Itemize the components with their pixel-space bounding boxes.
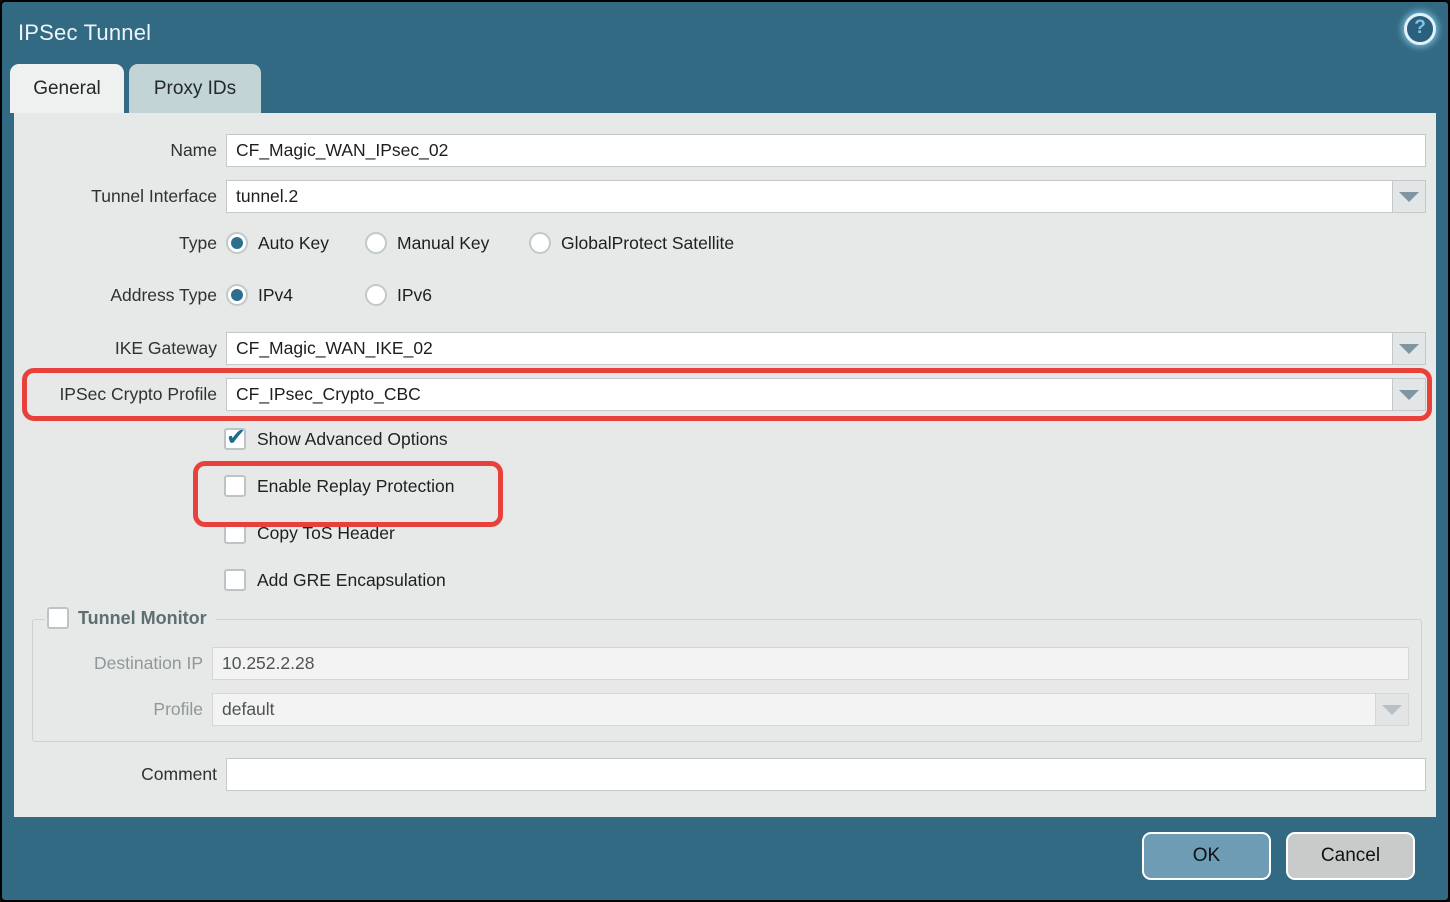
chevron-down-icon — [1399, 192, 1419, 202]
destination-ip-label: Destination IP — [45, 653, 212, 674]
dialog-titlebar: IPSec Tunnel ? — [2, 2, 1448, 64]
ipsec-crypto-profile-input[interactable] — [226, 378, 1393, 411]
checkbox-row-copy-tos-header: Copy ToS Header — [224, 522, 1436, 544]
comment-label: Comment — [14, 764, 226, 785]
dialog-footer: OK Cancel — [2, 817, 1448, 900]
tab-proxy-ids[interactable]: Proxy IDs — [129, 64, 261, 113]
checkbox-row-show-advanced-options: Show Advanced Options — [224, 428, 1436, 450]
tunnel-interface-label: Tunnel Interface — [14, 186, 226, 207]
tab-strip: General Proxy IDs — [2, 64, 1448, 113]
cancel-button[interactable]: Cancel — [1286, 832, 1415, 880]
radio-globalprotect-satellite-control[interactable] — [529, 232, 551, 254]
tunnel-monitor-section: Tunnel Monitor Destination IP Profile — [32, 619, 1422, 742]
name-input[interactable] — [226, 134, 1426, 167]
radio-ipv6-control[interactable] — [365, 284, 387, 306]
dialog-title: IPSec Tunnel — [18, 20, 151, 46]
checkbox-row-enable-replay-protection: Enable Replay Protection — [224, 475, 1436, 497]
show-advanced-options-checkbox[interactable] — [224, 428, 246, 450]
radio-ipv4-control[interactable] — [226, 284, 248, 306]
tab-general[interactable]: General — [10, 64, 124, 113]
add-gre-encapsulation-checkbox[interactable] — [224, 569, 246, 591]
profile-label: Profile — [45, 699, 212, 720]
row-destination-ip: Destination IP — [45, 647, 1409, 680]
general-tab-panel: Name Tunnel Interface Type Auto Key — [14, 113, 1436, 817]
ike-gateway-label: IKE Gateway — [14, 338, 226, 359]
row-tunnel-interface: Tunnel Interface — [14, 180, 1426, 213]
row-type: Type Auto Key Manual Key GlobalProtect S… — [14, 228, 1426, 258]
row-address-type: Address Type IPv4 IPv6 — [14, 280, 1426, 310]
tunnel-interface-dropdown-button[interactable] — [1393, 180, 1426, 213]
radio-auto-key-control[interactable] — [226, 232, 248, 254]
tunnel-interface-input[interactable] — [226, 180, 1393, 213]
checkbox-row-add-gre-encapsulation: Add GRE Encapsulation — [224, 569, 1436, 591]
radio-globalprotect-satellite[interactable]: GlobalProtect Satellite — [529, 232, 734, 254]
tab-proxy-ids-label: Proxy IDs — [154, 78, 236, 100]
profile-dropdown-button — [1376, 693, 1409, 726]
destination-ip-input — [212, 647, 1409, 680]
ike-gateway-dropdown-button[interactable] — [1393, 332, 1426, 365]
type-label: Type — [14, 233, 226, 254]
radio-auto-key[interactable]: Auto Key — [226, 232, 365, 254]
radio-ipv6[interactable]: IPv6 — [365, 284, 432, 306]
ipsec-crypto-profile-dropdown-button[interactable] — [1393, 378, 1426, 411]
tunnel-monitor-label: Tunnel Monitor — [78, 608, 207, 629]
tunnel-monitor-legend: Tunnel Monitor — [45, 607, 216, 629]
radio-manual-key[interactable]: Manual Key — [365, 232, 529, 254]
row-name: Name — [14, 134, 1426, 167]
name-label: Name — [14, 140, 226, 161]
row-comment: Comment — [14, 758, 1426, 791]
tunnel-monitor-checkbox[interactable] — [47, 607, 69, 629]
radio-ipv4[interactable]: IPv4 — [226, 284, 365, 306]
ike-gateway-input[interactable] — [226, 332, 1393, 365]
ok-button[interactable]: OK — [1142, 832, 1271, 880]
radio-manual-key-control[interactable] — [365, 232, 387, 254]
copy-tos-header-checkbox[interactable] — [224, 522, 246, 544]
chevron-down-icon — [1382, 705, 1402, 715]
ipsec-crypto-profile-label: IPSec Crypto Profile — [14, 384, 226, 405]
enable-replay-protection-checkbox[interactable] — [224, 475, 246, 497]
row-ipsec-crypto-profile: IPSec Crypto Profile — [14, 378, 1426, 411]
profile-input — [212, 693, 1376, 726]
address-type-label: Address Type — [14, 285, 226, 306]
chevron-down-icon — [1399, 390, 1419, 400]
row-profile: Profile — [45, 693, 1409, 726]
comment-input[interactable] — [226, 758, 1426, 791]
help-icon[interactable]: ? — [1404, 13, 1436, 45]
ipsec-tunnel-dialog: IPSec Tunnel ? General Proxy IDs Name Tu… — [0, 0, 1450, 902]
row-ike-gateway: IKE Gateway — [14, 332, 1426, 365]
chevron-down-icon — [1399, 344, 1419, 354]
tab-general-label: General — [33, 78, 101, 100]
